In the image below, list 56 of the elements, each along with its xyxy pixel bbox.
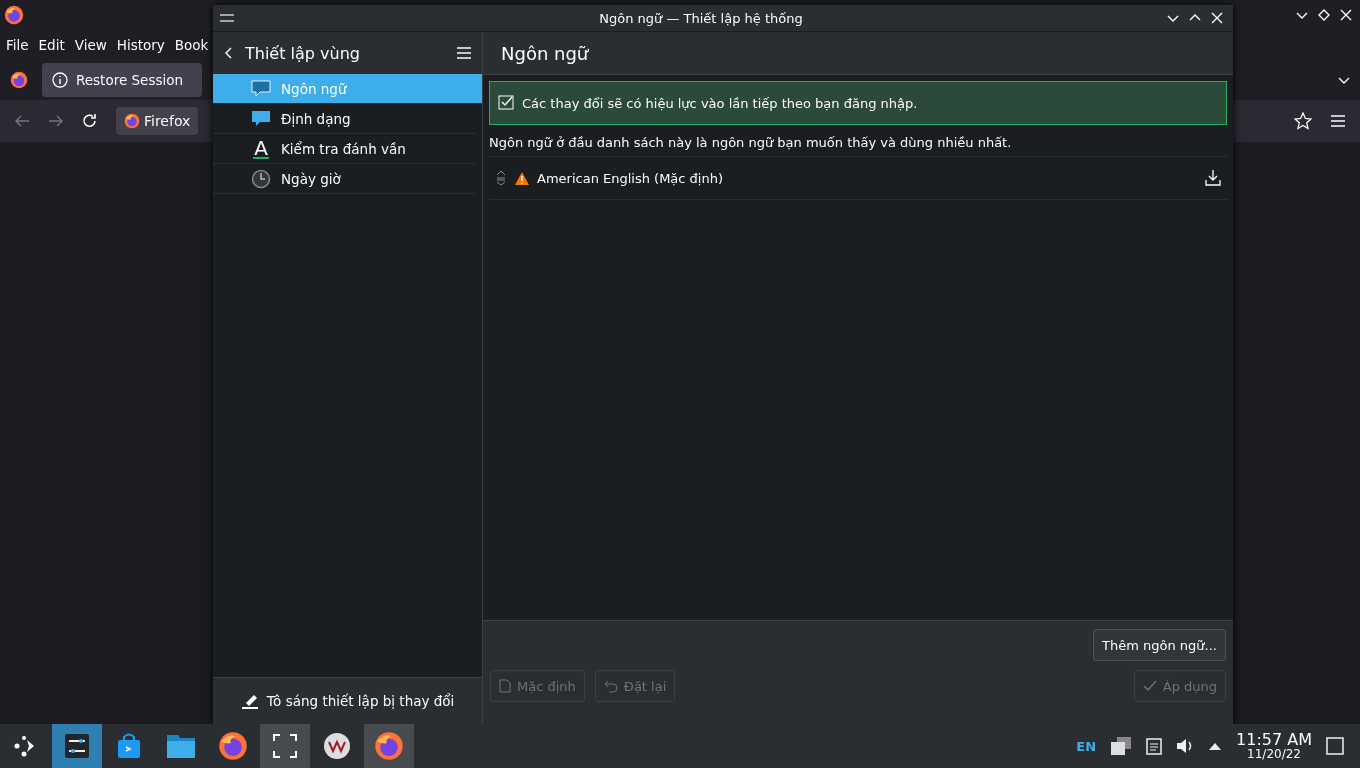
info-icon bbox=[52, 72, 68, 88]
maximize-icon[interactable] bbox=[1318, 9, 1330, 21]
window-title: Ngôn ngữ — Thiết lập hệ thống bbox=[598, 10, 804, 26]
taskbar-item[interactable] bbox=[260, 724, 310, 768]
star-icon[interactable] bbox=[1294, 112, 1312, 130]
firefox-icon[interactable] bbox=[374, 731, 404, 761]
screenshot-icon bbox=[272, 733, 298, 759]
clock-date[interactable]: 11/20/22 bbox=[1247, 748, 1301, 760]
message-text: Các thay đổi sẽ có hiệu lực vào lần tiếp theo bạn đăng nhập. bbox=[522, 95, 918, 111]
undo-icon bbox=[603, 679, 618, 693]
clipboard-icon[interactable] bbox=[1146, 737, 1163, 755]
speech-bubble-icon bbox=[251, 109, 271, 128]
download-icon[interactable] bbox=[1205, 169, 1221, 187]
document-icon bbox=[499, 679, 511, 693]
add-language-button[interactable]: Thêm ngôn ngữ... bbox=[1093, 629, 1226, 661]
menu-item[interactable]: History bbox=[116, 37, 165, 53]
sidebar-item[interactable]: A Kiểm tra đánh vần bbox=[213, 134, 476, 164]
clock-time[interactable]: 11:57 AM bbox=[1236, 732, 1312, 748]
speech-bubble-icon bbox=[251, 79, 271, 98]
vm-disc-icon bbox=[323, 732, 351, 760]
firefox-icon[interactable] bbox=[10, 71, 28, 89]
firefox-icon[interactable] bbox=[4, 5, 24, 25]
sidebar-item[interactable]: Ngày giờ bbox=[213, 164, 476, 194]
browser-tab[interactable]: Restore Session bbox=[42, 63, 202, 97]
shopping-bag-icon bbox=[115, 732, 143, 760]
language-row[interactable]: American English (Mặc định) bbox=[489, 157, 1227, 200]
reload-icon[interactable] bbox=[82, 113, 98, 129]
language-name: American English (Mặc định) bbox=[537, 170, 725, 186]
menu-icon[interactable] bbox=[1330, 114, 1346, 128]
menu-item[interactable]: Book bbox=[174, 37, 209, 53]
checkmark-icon bbox=[1142, 679, 1157, 693]
menu-item[interactable]: View bbox=[74, 37, 107, 53]
site-identity-button[interactable]: Firefox bbox=[116, 107, 199, 135]
sidebar-item[interactable]: Định dạng bbox=[213, 104, 476, 134]
expand-tray-icon[interactable] bbox=[1208, 741, 1223, 751]
menu-icon[interactable] bbox=[456, 46, 472, 60]
forward-icon[interactable] bbox=[48, 113, 64, 129]
close-icon[interactable] bbox=[1211, 12, 1223, 24]
checkbox-icon bbox=[498, 95, 514, 111]
clock-icon bbox=[251, 168, 271, 189]
highlight-changes-toggle[interactable]: Tô sáng thiết lập bị thay đổi bbox=[266, 693, 455, 709]
taskbar-item[interactable] bbox=[52, 724, 102, 768]
firefox-icon[interactable] bbox=[124, 113, 140, 129]
menu-item[interactable]: Edit bbox=[38, 37, 65, 53]
keyboard-layout[interactable]: EN bbox=[1076, 738, 1097, 754]
sidebar-title: Thiết lập vùng bbox=[245, 43, 361, 63]
show-desktop-icon[interactable] bbox=[1326, 737, 1344, 755]
firefox-icon[interactable] bbox=[218, 731, 248, 761]
menu-item[interactable]: File bbox=[6, 37, 29, 53]
documents-icon[interactable] bbox=[1110, 736, 1133, 756]
highlighter-icon bbox=[240, 693, 259, 709]
close-icon[interactable] bbox=[1340, 9, 1352, 21]
description-text: Ngôn ngữ ở đầu danh sách này là ngôn ngữ bạn muốn thấy và dùng nhiều nhất. bbox=[489, 135, 1012, 150]
drag-handle-icon bbox=[495, 170, 507, 186]
page-title: Ngôn ngữ bbox=[501, 42, 589, 64]
folder-icon bbox=[166, 732, 196, 760]
